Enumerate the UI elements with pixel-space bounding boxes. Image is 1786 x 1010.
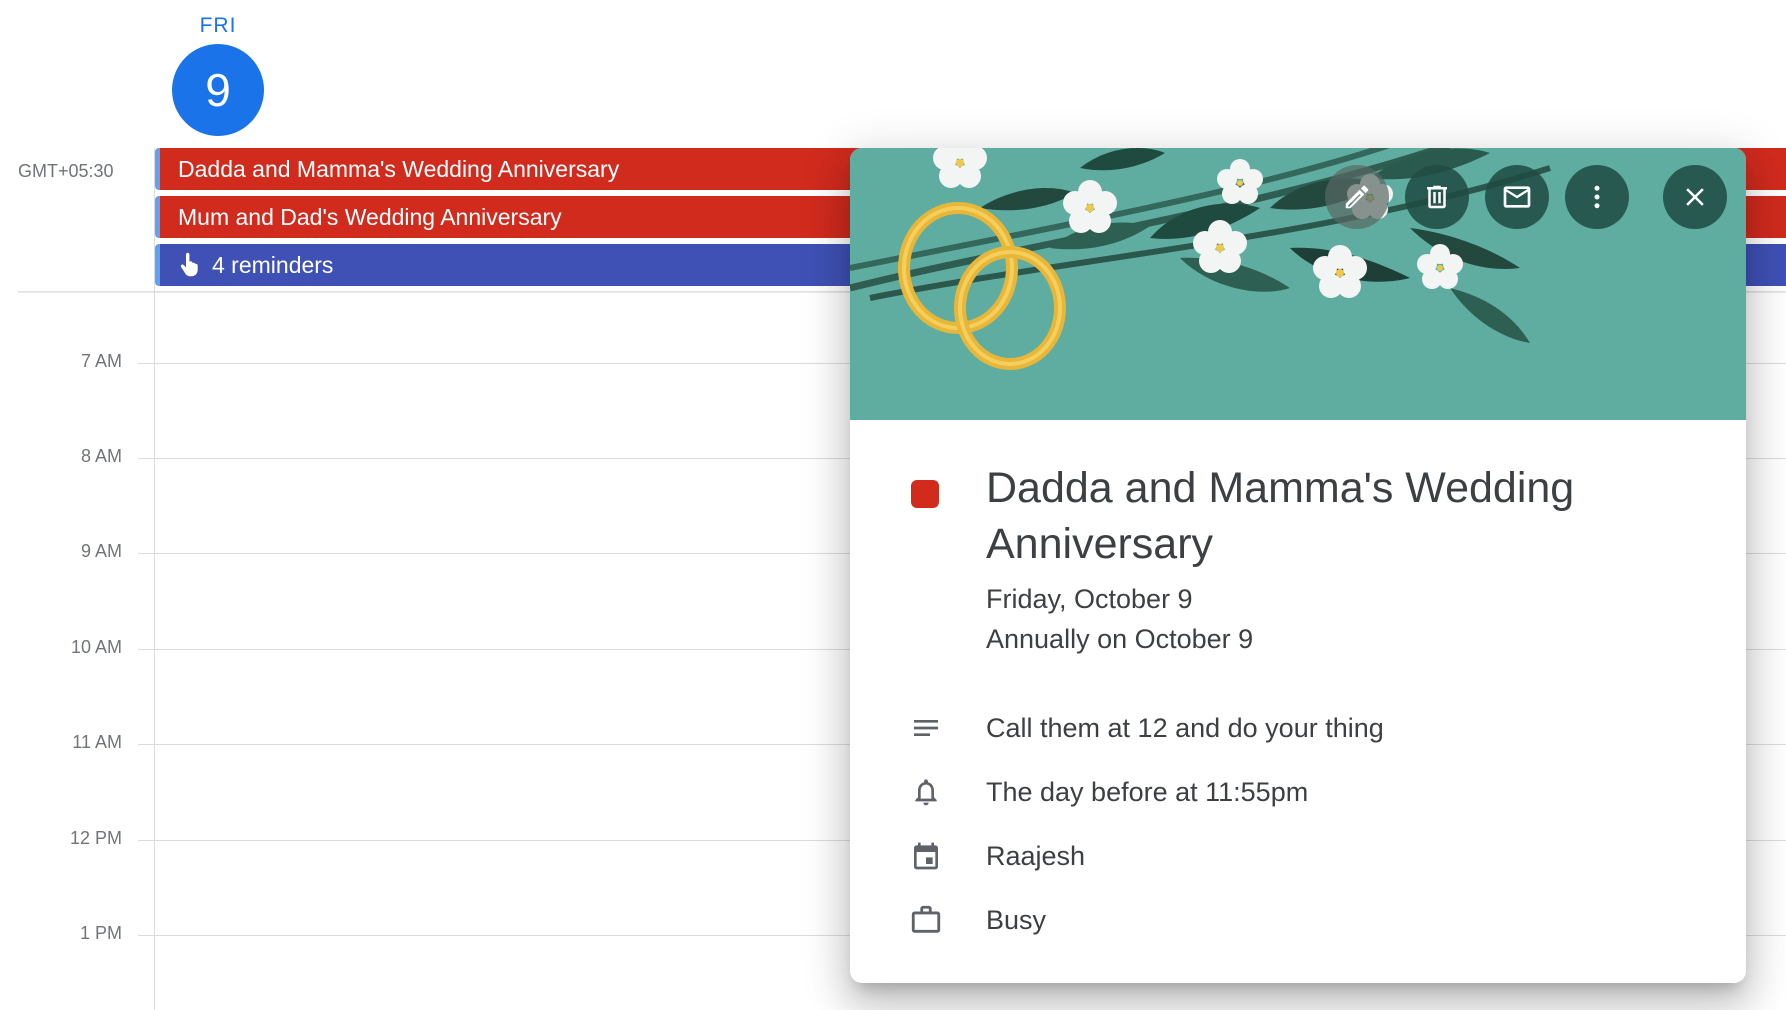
- bell-icon: [908, 774, 944, 810]
- envelope-icon: [1501, 181, 1533, 213]
- timezone-label: GMT+05:30: [18, 161, 114, 181]
- pencil-icon: [1342, 182, 1372, 212]
- event-description-row: Call them at 12 and do your thing: [908, 708, 1384, 748]
- delete-event-button[interactable]: [1405, 165, 1469, 229]
- edit-event-button[interactable]: [1325, 165, 1389, 229]
- hour-label-10am: 10 AM: [70, 637, 122, 657]
- more-options-button[interactable]: [1565, 165, 1629, 229]
- event-details-popover: Dadda and Mamma's Wedding Anniversary Fr…: [850, 148, 1746, 983]
- event-notification-row: The day before at 11:55pm: [908, 772, 1308, 812]
- event-title: Dadda and Mamma's Wedding Anniversary: [986, 464, 1575, 568]
- event-availability: Busy: [986, 904, 1047, 935]
- day-column-divider: [154, 148, 155, 1010]
- hour-label-9am: 9 AM: [80, 541, 122, 561]
- day-name: FRI: [199, 14, 237, 37]
- calendar-icon: [908, 838, 944, 874]
- reminders-label: 4 reminders: [212, 252, 334, 278]
- event-calendar-row: Raajesh: [908, 836, 1085, 876]
- event-recurrence: Annually on October 9: [986, 624, 1254, 654]
- hour-label-12pm: 12 PM: [69, 828, 122, 848]
- hour-label-8am: 8 AM: [80, 446, 122, 466]
- event-description: Call them at 12 and do your thing: [986, 712, 1384, 743]
- day-header: FRI 9: [0, 0, 1786, 148]
- briefcase-icon: [908, 902, 944, 938]
- hour-label-7am: 7 AM: [80, 351, 122, 371]
- event-notification: The day before at 11:55pm: [986, 776, 1309, 807]
- close-icon: [1680, 182, 1710, 212]
- hour-label-11am: 11 AM: [72, 732, 122, 752]
- hour-label-1pm: 1 PM: [79, 923, 122, 943]
- trash-icon: [1422, 182, 1452, 212]
- email-guests-button[interactable]: [1485, 165, 1549, 229]
- reminder-hand-icon: [178, 252, 202, 278]
- more-vert-icon: [1582, 182, 1612, 212]
- event-availability-row: Busy: [908, 900, 1046, 940]
- day-number-button[interactable]: 9: [172, 44, 264, 136]
- event-color-swatch: [911, 480, 939, 508]
- description-icon: [908, 710, 944, 746]
- close-popover-button[interactable]: [1663, 165, 1727, 229]
- event-date: Friday, October 9: [986, 584, 1193, 614]
- event-calendar-name: Raajesh: [986, 840, 1086, 871]
